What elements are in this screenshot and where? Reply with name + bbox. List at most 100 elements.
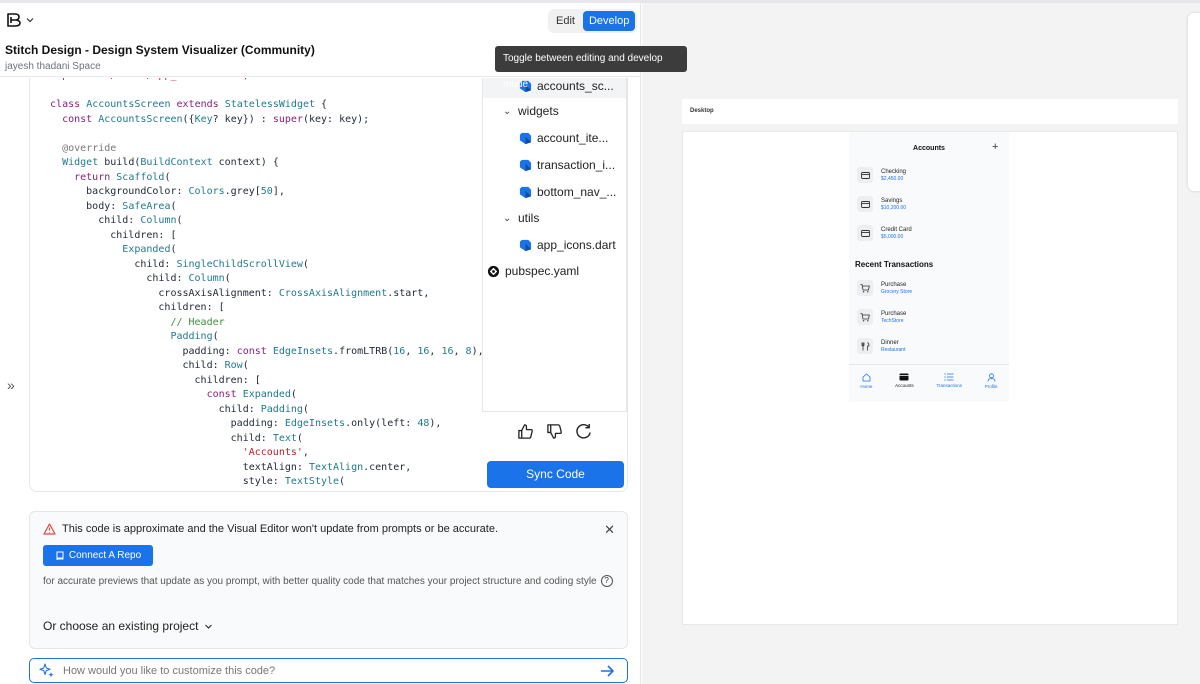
project-space: jayesh thadani Space [5,61,101,72]
dart-file-icon [519,239,532,251]
account-amount: $10,200.00 [881,204,907,211]
app-preview: Accounts + Checking $2,450.00 Savings $1… [849,132,1009,402]
develop-mode-button[interactable]: Develop [582,11,636,31]
nav-home[interactable]: Home [860,372,873,389]
file-tree-label: account_ite... [537,131,609,145]
send-arrow-icon[interactable] [600,664,615,677]
dart-file-icon [519,159,532,171]
file-tree-label: bottom_nav_... [537,185,617,199]
connect-repo-button[interactable]: Connect A Repo [43,545,153,566]
add-account-icon[interactable]: + [992,141,998,153]
cart-icon [857,280,873,296]
help-icon[interactable]: ? [600,575,613,588]
nav-label: Home [860,383,873,389]
file-tree-label: utils [518,211,540,225]
prompt-box [29,658,628,683]
project-title: Stitch Design - Design System Visualizer… [5,43,315,57]
nav-profile[interactable]: Profile [984,372,998,389]
code-line: children: [ [38,374,261,386]
dart-file-icon [519,132,532,144]
code-line: child: Column( [38,215,183,226]
notice-description: for accurate previews that update as you… [43,574,613,589]
account-name: Savings [881,197,903,204]
account-info: Checking $2,450.00 [881,169,906,182]
list-icon [944,373,954,381]
sparkle-icon [39,662,54,677]
file-tree-item[interactable]: pubspec.yaml [487,264,579,278]
code-line: padding: EdgeInsets.only(left: 48), [38,418,442,429]
transaction-name: Dinner [881,339,899,346]
nav-label: Accounts [895,383,914,388]
transaction-row[interactable]: Purchase TechStore [857,309,906,325]
account-info: Credit Card $5,000.00 [881,227,912,240]
expand-sidebar-icon[interactable]: » [7,377,15,393]
header-divider [0,76,641,77]
code-line: child: Row( [38,360,249,371]
account-amount: $2,450.00 [881,175,904,182]
chevron-down-icon [205,624,213,629]
file-tree-folder[interactable]: ⌄ utils [503,211,539,225]
fork-knife-icon [857,338,873,354]
transaction-info: Purchase TechStore [881,311,906,324]
file-tree-item[interactable]: account_ite... [519,131,608,145]
prompt-input[interactable] [63,664,600,677]
code-line: 'Accounts', [242,447,309,458]
transaction-row[interactable]: Purchase Grocery Store [857,280,912,296]
thumbs-down-icon[interactable] [546,423,563,440]
file-tree-item[interactable]: bottom_nav_... [519,185,616,199]
code-line: child: Column( [38,273,231,284]
notice-message: This code is approximate and the Visual … [43,523,498,535]
code-line: backgroundColor: Colors.grey[50], [38,186,285,197]
mode-toggle[interactable]: Edit Develop [548,9,638,33]
file-tree-folder[interactable]: ⌄ widgets [503,104,559,118]
transaction-merchant: Grocery Store [881,288,913,295]
dart-file-icon [519,186,532,198]
edit-mode-button[interactable]: Edit [550,11,581,31]
notice-text: This code is approximate and the Visual … [62,523,499,535]
code-line: @override [62,142,117,154]
choose-existing-project[interactable]: Or choose an existing project [43,619,213,633]
card-icon [857,167,873,183]
file-tree-item[interactable]: accounts_sc... [519,79,614,93]
code-line: child: Padding( [38,403,309,415]
preview-title: Accounts [913,145,945,152]
frame-label[interactable]: Desktop [682,99,1178,124]
code-line: children: [ [38,229,177,241]
file-tree-item[interactable]: app_icons.dart [519,238,616,252]
nav-transactions[interactable]: Transactions [936,373,962,388]
file-tree: accounts_sc... ⌄ widgets account_ite... … [482,78,627,412]
transaction-merchant: Restaurant [881,346,906,353]
account-name: Checking [881,168,907,175]
preview-canvas: Accounts + Checking $2,450.00 Savings $1… [682,131,1178,625]
account-row[interactable]: Credit Card $5,000.00 [857,225,912,241]
transaction-info: Dinner Restaurant [881,340,905,353]
yaml-file-icon [487,265,500,277]
nav-label: Profile [984,383,998,389]
app-logo-menu[interactable] [6,13,34,27]
file-tree-item[interactable]: transaction_i... [519,158,615,172]
sync-code-button[interactable]: Sync Code [487,461,624,488]
code-line: crossAxisAlignment: CrossAxisAlignment.s… [38,287,430,299]
refresh-icon[interactable] [575,423,592,440]
code-line: padding: const EdgeInsets.fromLTRB(16, 1… [38,345,482,357]
stitch-logo-icon [7,13,21,27]
account-info: Savings $10,200.00 [881,198,906,211]
notice-description-text: for accurate previews that update as you… [43,576,597,587]
code-line: textAlign: TextAlign.center, [38,461,412,473]
recent-transactions-heading: Recent Transactions [855,260,934,269]
account-row[interactable]: Checking $2,450.00 [857,167,906,183]
file-tree-label: app_icons.dart [537,238,616,252]
transaction-row[interactable]: Dinner Restaurant [857,338,905,354]
approximate-code-notice: This code is approximate and the Visual … [29,511,628,649]
code-editor[interactable]: import '../utils/app_icons.dart'; class … [30,78,482,491]
nav-accounts[interactable]: Accounts [895,373,914,388]
account-row[interactable]: Savings $10,200.00 [857,196,906,212]
close-icon[interactable]: ✕ [604,522,615,538]
file-tree-label: transaction_i... [537,158,616,172]
code-line: Padding( [170,331,219,342]
code-line: Expanded( [122,244,177,255]
transaction-name: Purchase [881,281,907,288]
chevron-down-icon: ⌄ [503,105,512,117]
feedback-bar [482,416,627,446]
thumbs-up-icon[interactable] [517,423,534,440]
